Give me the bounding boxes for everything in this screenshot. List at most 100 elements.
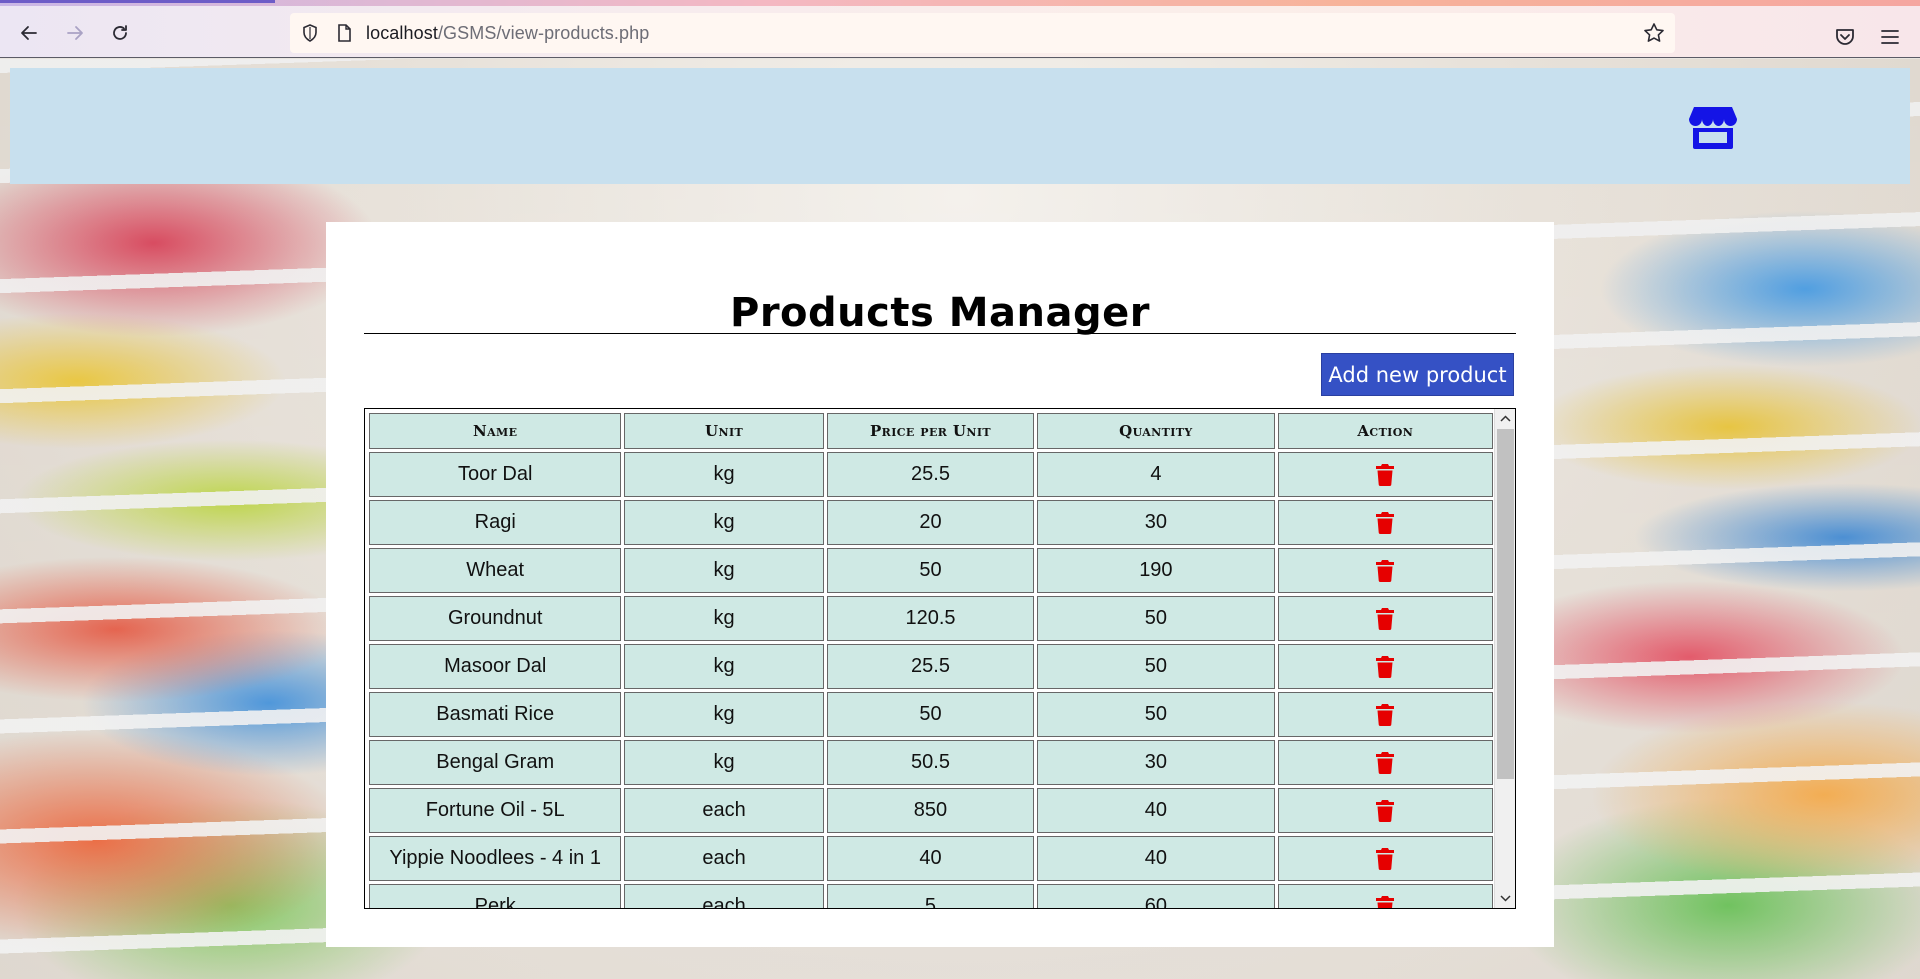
cell-action: [1277, 692, 1493, 737]
cell-price: 5: [826, 884, 1035, 908]
table-row: Yippie Noodlees - 4 in 1 each 40 40: [369, 836, 1493, 881]
reload-icon: [113, 25, 127, 40]
column-header-price: Price per Unit: [826, 413, 1035, 449]
cell-quantity: 50: [1037, 692, 1275, 737]
cell-action: [1277, 548, 1493, 593]
cell-name: Basmati Rice: [369, 692, 622, 737]
pocket-icon[interactable]: [1834, 26, 1856, 48]
browser-toolbar: localhost/GSMS/view-products.php: [0, 6, 1920, 58]
cell-action: [1277, 452, 1493, 497]
trash-icon[interactable]: [1376, 751, 1395, 774]
products-panel: Products Manager Add new product Name Un…: [326, 222, 1554, 947]
cell-name: Yippie Noodlees - 4 in 1: [369, 836, 622, 881]
table-row: Fortune Oil - 5L each 850 40: [369, 788, 1493, 833]
scroll-up-arrow-icon[interactable]: [1499, 413, 1512, 425]
cell-price: 25.5: [826, 644, 1035, 689]
scrollbar-thumb[interactable]: [1497, 429, 1514, 779]
table-row: Wheat kg 50 190: [369, 548, 1493, 593]
cell-quantity: 190: [1037, 548, 1275, 593]
column-header-name: Name: [369, 413, 622, 449]
app-header: [10, 68, 1910, 184]
title-divider: [364, 333, 1516, 334]
cell-action: [1277, 596, 1493, 641]
back-arrow-icon: [21, 26, 37, 40]
cell-unit: kg: [624, 644, 824, 689]
cell-action: [1277, 740, 1493, 785]
cell-price: 40: [826, 836, 1035, 881]
trash-icon[interactable]: [1376, 895, 1395, 909]
table-scrollbar[interactable]: [1494, 409, 1515, 908]
cell-price: 20: [826, 500, 1035, 545]
column-header-action: Action: [1277, 413, 1493, 449]
table-row: Masoor Dal kg 25.5 50: [369, 644, 1493, 689]
add-new-product-button[interactable]: Add new product: [1321, 353, 1514, 396]
trash-icon[interactable]: [1376, 559, 1395, 582]
cell-unit: each: [624, 836, 824, 881]
cell-quantity: 40: [1037, 836, 1275, 881]
table-row: Perk each 5 60: [369, 884, 1493, 909]
table-header-row: Name Unit Price per Unit Quantity Action: [369, 413, 1493, 449]
cell-unit: kg: [624, 596, 824, 641]
store-icon[interactable]: [1689, 105, 1737, 149]
table-row: Ragi kg 20 30: [369, 500, 1493, 545]
url-host: localhost: [366, 23, 438, 43]
column-header-unit: Unit: [624, 413, 824, 449]
table-row: Bengal Gram kg 50.5 30: [369, 740, 1493, 785]
trash-icon[interactable]: [1376, 703, 1395, 726]
cell-price: 25.5: [826, 452, 1035, 497]
products-table-container[interactable]: Name Unit Price per Unit Quantity Action…: [364, 408, 1516, 909]
products-table: Name Unit Price per Unit Quantity Action…: [366, 410, 1496, 909]
cell-action: [1277, 500, 1493, 545]
trash-icon[interactable]: [1376, 847, 1395, 870]
cell-name: Toor Dal: [369, 452, 622, 497]
cell-unit: kg: [624, 740, 824, 785]
cell-quantity: 30: [1037, 740, 1275, 785]
cell-action: [1277, 836, 1493, 881]
active-tab-indicator[interactable]: [0, 0, 275, 3]
trash-icon[interactable]: [1376, 799, 1395, 822]
forward-arrow-icon: [67, 26, 83, 40]
tracking-shield-icon[interactable]: [300, 23, 320, 43]
reload-button[interactable]: [105, 18, 135, 48]
cell-quantity: 60: [1037, 884, 1275, 908]
table-row: Toor Dal kg 25.5 4: [369, 452, 1493, 497]
cell-name: Ragi: [369, 500, 622, 545]
menu-hamburger-icon[interactable]: [1879, 26, 1901, 48]
scroll-down-arrow-icon[interactable]: [1499, 892, 1512, 904]
cell-unit: each: [624, 788, 824, 833]
bookmark-star-icon[interactable]: [1643, 22, 1665, 44]
url-text[interactable]: localhost/GSMS/view-products.php: [366, 23, 649, 44]
cell-price: 50.5: [826, 740, 1035, 785]
table-row: Basmati Rice kg 50 50: [369, 692, 1493, 737]
cell-unit: kg: [624, 500, 824, 545]
back-button[interactable]: [14, 18, 44, 48]
cell-quantity: 50: [1037, 644, 1275, 689]
page-title: Products Manager: [730, 290, 1150, 336]
cell-quantity: 40: [1037, 788, 1275, 833]
cell-price: 120.5: [826, 596, 1035, 641]
url-path: /GSMS/view-products.php: [437, 23, 650, 43]
cell-price: 50: [826, 548, 1035, 593]
cell-price: 850: [826, 788, 1035, 833]
trash-icon[interactable]: [1376, 511, 1395, 534]
cell-name: Groundnut: [369, 596, 622, 641]
cell-quantity: 30: [1037, 500, 1275, 545]
cell-unit: kg: [624, 452, 824, 497]
cell-unit: each: [624, 884, 824, 908]
cell-name: Perk: [369, 884, 622, 908]
cell-action: [1277, 644, 1493, 689]
trash-icon[interactable]: [1376, 463, 1395, 486]
address-bar[interactable]: localhost/GSMS/view-products.php: [290, 13, 1675, 53]
cell-action: [1277, 788, 1493, 833]
page-info-icon[interactable]: [334, 23, 354, 43]
cell-name: Wheat: [369, 548, 622, 593]
cell-quantity: 4: [1037, 452, 1275, 497]
table-row: Groundnut kg 120.5 50: [369, 596, 1493, 641]
cell-name: Bengal Gram: [369, 740, 622, 785]
forward-button[interactable]: [60, 18, 90, 48]
trash-icon[interactable]: [1376, 655, 1395, 678]
cell-action: [1277, 884, 1493, 909]
column-header-quantity: Quantity: [1037, 413, 1275, 449]
cell-name: Masoor Dal: [369, 644, 622, 689]
trash-icon[interactable]: [1376, 607, 1395, 630]
